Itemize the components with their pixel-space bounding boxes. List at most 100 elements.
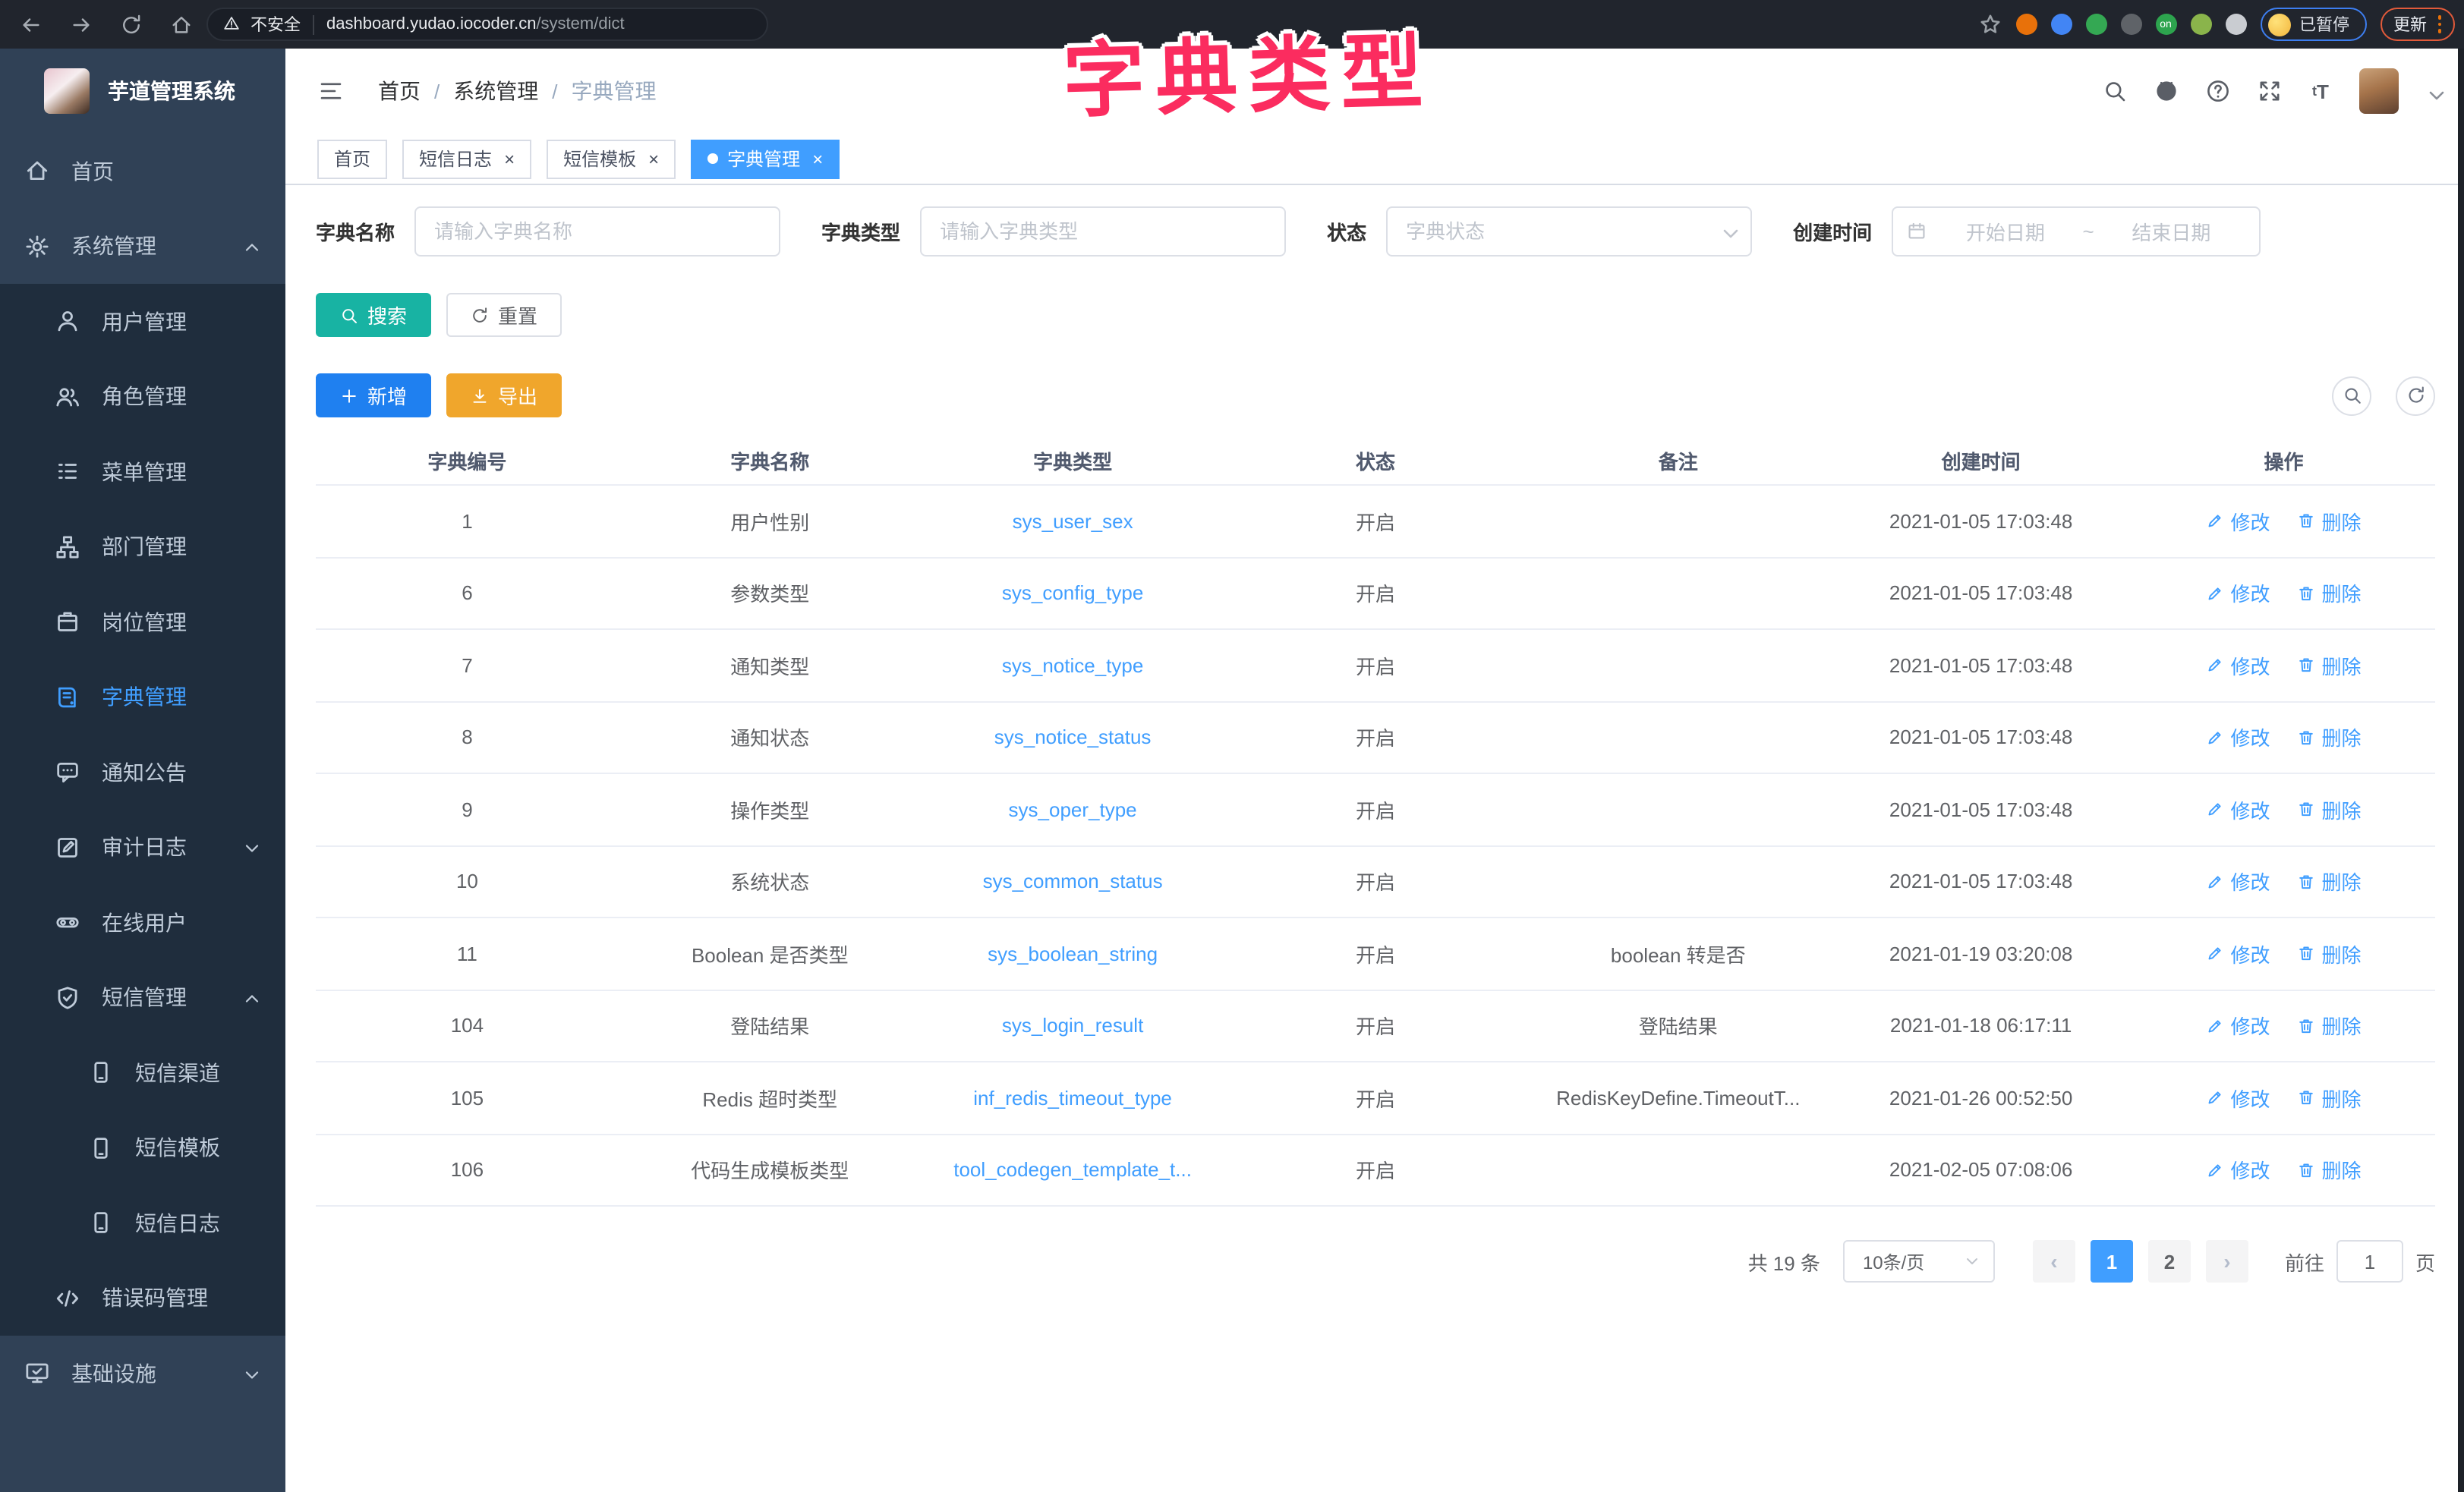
edit-link[interactable]: 修改: [2206, 1156, 2270, 1185]
status-select[interactable]: [1386, 206, 1752, 257]
dict-type-link[interactable]: sys_common_status: [922, 870, 1224, 893]
delete-link[interactable]: 删除: [2297, 507, 2361, 536]
help-icon[interactable]: [2204, 78, 2230, 104]
toggle-search-button[interactable]: [2332, 376, 2371, 415]
edit-link[interactable]: 修改: [2206, 507, 2270, 536]
edit-link[interactable]: 修改: [2206, 579, 2270, 608]
edit-link[interactable]: 修改: [2206, 940, 2270, 968]
tab-3[interactable]: 字典管理×: [691, 139, 840, 178]
page-button-2[interactable]: 2: [2148, 1240, 2191, 1283]
tab-0[interactable]: 首页: [317, 139, 387, 178]
delete-link[interactable]: 删除: [2297, 940, 2361, 968]
sidebar-item-16[interactable]: 基础设施: [0, 1336, 285, 1411]
delete-link[interactable]: 删除: [2297, 723, 2361, 752]
sidebar-item-7[interactable]: 字典管理: [0, 659, 285, 735]
dict-type-link[interactable]: sys_boolean_string: [922, 943, 1224, 965]
search-icon[interactable]: [2101, 78, 2127, 104]
dict-type-input[interactable]: [920, 206, 1286, 257]
close-icon[interactable]: ×: [812, 150, 823, 168]
sidebar-item-9[interactable]: 审计日志: [0, 810, 285, 885]
status-select-input[interactable]: [1386, 206, 1752, 257]
dict-type-link[interactable]: sys_user_sex: [922, 510, 1224, 533]
sidebar-item-4[interactable]: 菜单管理: [0, 434, 285, 509]
delete-link[interactable]: 删除: [2297, 1084, 2361, 1113]
sidebar-item-6[interactable]: 岗位管理: [0, 584, 285, 659]
sidebar-item-11[interactable]: 短信管理: [0, 960, 285, 1035]
browser-home-icon[interactable]: [169, 11, 194, 37]
edit-link[interactable]: 修改: [2206, 1084, 2270, 1113]
ext-green-check-icon[interactable]: [2085, 14, 2106, 35]
font-size-icon[interactable]: tT: [2308, 78, 2333, 104]
dict-type-link[interactable]: sys_config_type: [922, 582, 1224, 605]
app-logo[interactable]: 芋道管理系统: [0, 49, 285, 134]
date-range-picker[interactable]: 开始日期 ~ 结束日期: [1892, 206, 2261, 257]
ext-orange-ring-icon[interactable]: [2015, 14, 2037, 35]
dict-type-link[interactable]: tool_codegen_template_t...: [922, 1159, 1224, 1182]
fullscreen-icon[interactable]: [2256, 78, 2282, 104]
export-button[interactable]: 导出: [446, 373, 562, 417]
github-icon[interactable]: [2153, 78, 2179, 104]
bookmark-star-icon[interactable]: [1977, 12, 2002, 36]
user-avatar[interactable]: [2359, 68, 2399, 114]
sidebar-item-13[interactable]: 短信模板: [0, 1110, 285, 1185]
dict-type-link[interactable]: sys_notice_type: [922, 654, 1224, 677]
dict-type-link[interactable]: sys_oper_type: [922, 798, 1224, 821]
sidebar-item-3[interactable]: 角色管理: [0, 359, 285, 434]
ext-blue-drop-icon[interactable]: [2050, 14, 2072, 35]
breadcrumb-system[interactable]: 系统管理: [453, 76, 538, 106]
prev-page-button[interactable]: ‹: [2033, 1240, 2075, 1283]
dict-type-link[interactable]: sys_login_result: [922, 1015, 1224, 1037]
breadcrumb-home[interactable]: 首页: [378, 76, 421, 106]
sidebar-item-1[interactable]: 系统管理: [0, 209, 285, 284]
dict-type-link[interactable]: inf_redis_timeout_type: [922, 1087, 1224, 1110]
delete-link[interactable]: 删除: [2297, 867, 2361, 896]
ext-puzzle-icon[interactable]: [2225, 14, 2246, 35]
sidebar-item-14[interactable]: 短信日志: [0, 1185, 285, 1261]
browser-update-button[interactable]: 更新: [2380, 8, 2455, 41]
sidebar-item-8[interactable]: 通知公告: [0, 735, 285, 810]
delete-link[interactable]: 删除: [2297, 1156, 2361, 1185]
delete-link[interactable]: 删除: [2297, 651, 2361, 680]
page-size-select[interactable]: 10条/页: [1843, 1240, 1995, 1283]
browser-back-icon[interactable]: [18, 11, 44, 37]
window-scrollbar[interactable]: [2458, 49, 2464, 1492]
sidebar-item-12[interactable]: 短信渠道: [0, 1035, 285, 1110]
edit-link[interactable]: 修改: [2206, 651, 2270, 680]
paused-extension-pill[interactable]: 已暂停: [2260, 8, 2366, 41]
search-button[interactable]: 搜索: [316, 293, 431, 337]
delete-link[interactable]: 删除: [2297, 1012, 2361, 1040]
dict-type-link[interactable]: sys_notice_status: [922, 726, 1224, 749]
end-date-placeholder[interactable]: 结束日期: [2097, 217, 2245, 246]
tab-1[interactable]: 短信日志×: [402, 139, 531, 178]
delete-link[interactable]: 删除: [2297, 579, 2361, 608]
create-button[interactable]: 新增: [316, 373, 431, 417]
chevron-down-icon[interactable]: [2425, 83, 2440, 99]
hamburger-icon[interactable]: [319, 79, 346, 103]
sidebar-item-0[interactable]: 首页: [0, 134, 285, 209]
dict-name-input[interactable]: [414, 206, 780, 257]
edit-link[interactable]: 修改: [2206, 795, 2270, 824]
delete-link[interactable]: 删除: [2297, 795, 2361, 824]
browser-reload-icon[interactable]: [118, 11, 144, 37]
sidebar-item-2[interactable]: 用户管理: [0, 284, 285, 359]
sidebar-item-5[interactable]: 部门管理: [0, 509, 285, 584]
browser-forward-icon[interactable]: [68, 11, 94, 37]
ext-green-bot-icon[interactable]: [2190, 14, 2211, 35]
edit-link[interactable]: 修改: [2206, 723, 2270, 752]
security-label[interactable]: 不安全: [250, 12, 301, 36]
edit-link[interactable]: 修改: [2206, 1012, 2270, 1040]
sidebar-item-10[interactable]: 在线用户: [0, 885, 285, 960]
page-button-1[interactable]: 1: [2091, 1240, 2133, 1283]
next-page-button[interactable]: ›: [2206, 1240, 2248, 1283]
browser-menu-icon[interactable]: [2437, 14, 2441, 35]
reset-button[interactable]: 重置: [446, 293, 562, 337]
address-bar[interactable]: 不安全 dashboard.yudao.iocoder.cn/system/di…: [206, 8, 768, 41]
refresh-table-button[interactable]: [2396, 376, 2435, 415]
tab-2[interactable]: 短信模板×: [547, 139, 676, 178]
edit-link[interactable]: 修改: [2206, 867, 2270, 896]
ext-blue-diamond-icon[interactable]: [2120, 14, 2141, 35]
close-icon[interactable]: ×: [504, 150, 515, 168]
close-icon[interactable]: ×: [648, 150, 659, 168]
sidebar-item-15[interactable]: 错误码管理: [0, 1261, 285, 1336]
start-date-placeholder[interactable]: 开始日期: [1931, 217, 2079, 246]
